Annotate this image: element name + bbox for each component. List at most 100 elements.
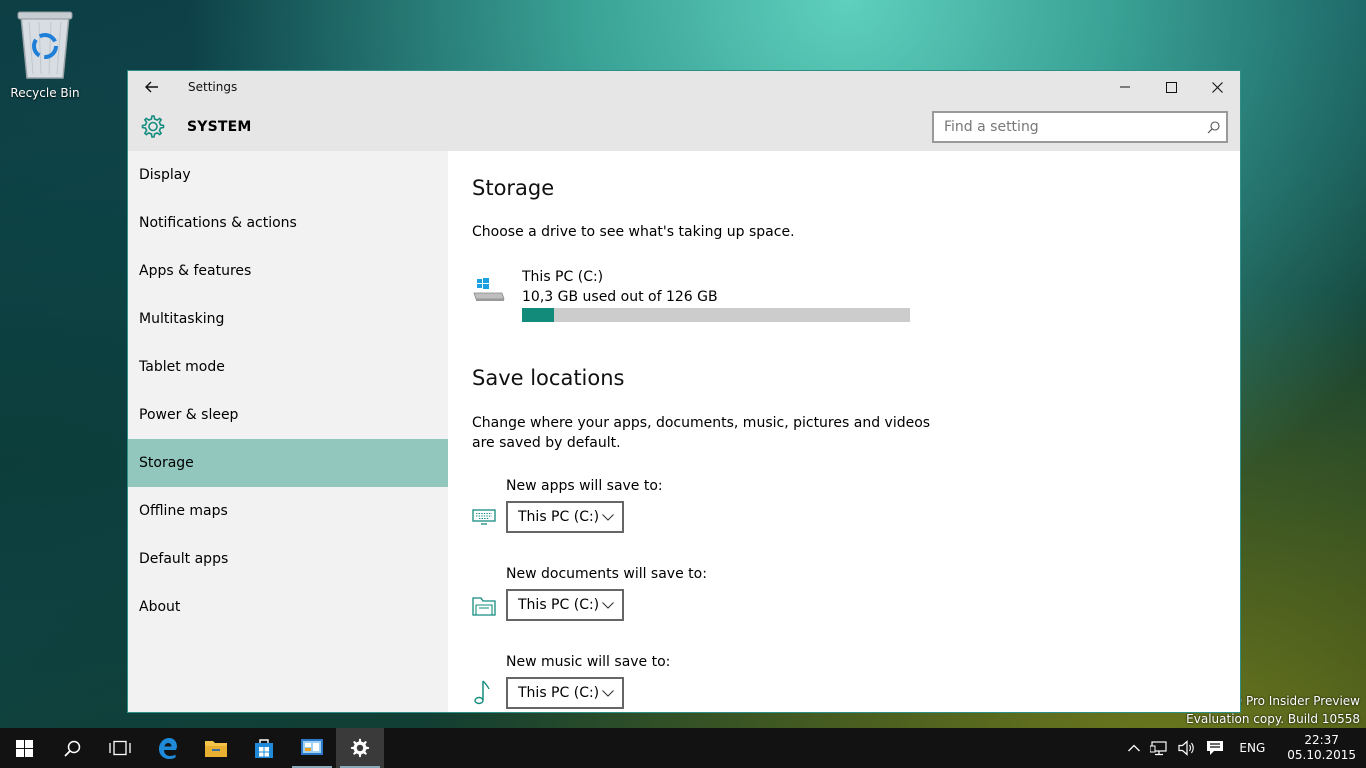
- task-view-button[interactable]: [96, 728, 144, 768]
- sidebar-item-display[interactable]: Display: [128, 151, 448, 199]
- gear-icon: [141, 115, 165, 138]
- close-icon: [1211, 81, 1223, 93]
- action-center-button[interactable]: [1201, 728, 1229, 768]
- task-view-icon: [109, 740, 131, 756]
- storage-usage-bar: [522, 308, 910, 322]
- chevron-up-icon: [1128, 744, 1141, 752]
- storage-heading: Storage: [472, 176, 555, 200]
- save-music-value: This PC (C:): [518, 685, 600, 701]
- volume-icon: [1178, 740, 1195, 756]
- recycle-bin[interactable]: Recycle Bin: [6, 8, 84, 100]
- control-panel-icon: [301, 739, 323, 755]
- drive-icon: [473, 278, 505, 301]
- store-icon: [255, 739, 273, 758]
- save-locations-description-line2: are saved by default.: [472, 435, 621, 451]
- recycle-bin-label: Recycle Bin: [10, 86, 80, 100]
- edge-icon: [159, 738, 177, 759]
- save-apps-label: New apps will save to:: [506, 478, 663, 494]
- recycle-bin-icon: [17, 11, 73, 79]
- save-apps-value: This PC (C:): [518, 509, 600, 525]
- sidebar-item-power-sleep[interactable]: Power & sleep: [128, 391, 448, 439]
- storage-usage-fill: [522, 308, 554, 322]
- sidebar-item-offline-maps[interactable]: Offline maps: [128, 487, 448, 535]
- music-note-icon: [474, 680, 490, 705]
- save-apps-setting: New apps will save to: This PC (C:): [472, 478, 663, 533]
- keyboard-icon: [472, 509, 496, 525]
- save-documents-setting: New documents will save to: This PC (C:): [472, 566, 707, 621]
- sidebar-item-label: Notifications & actions: [139, 215, 297, 231]
- settings-taskbar-button[interactable]: [336, 728, 384, 768]
- windows-logo-icon: [15, 739, 33, 757]
- save-music-dropdown[interactable]: This PC (C:): [506, 677, 624, 709]
- search-input[interactable]: [934, 119, 1200, 135]
- save-documents-dropdown[interactable]: This PC (C:): [506, 589, 624, 621]
- sidebar-item-label: Apps & features: [139, 263, 252, 279]
- drive-name[interactable]: This PC (C:): [522, 267, 910, 287]
- sidebar-item-label: Multitasking: [139, 311, 225, 327]
- maximize-icon: [1165, 81, 1177, 93]
- volume-button[interactable]: [1173, 728, 1201, 768]
- clock-date: 05.10.2015: [1287, 748, 1356, 762]
- language-indicator: ENG: [1239, 741, 1266, 755]
- chevron-down-icon: [602, 513, 614, 521]
- save-locations-description: Change where your apps, documents, music…: [472, 413, 930, 453]
- sidebar-item-label: Offline maps: [139, 503, 228, 519]
- edge-button[interactable]: [144, 728, 192, 768]
- sidebar-item-label: Power & sleep: [139, 407, 239, 423]
- network-icon: [1150, 741, 1168, 756]
- sidebar: Display Notifications & actions Apps & f…: [128, 151, 448, 712]
- drive-usage: 10,3 GB used out of 126 GB: [522, 289, 718, 305]
- sidebar-item-about[interactable]: About: [128, 583, 448, 631]
- chevron-down-icon: [602, 689, 614, 697]
- title-bar: Settings: [128, 71, 1240, 103]
- taskbar: ENG 22:37 05.10.2015: [0, 728, 1366, 768]
- settings-header: SYSTEM: [128, 103, 1240, 151]
- main-content: Storage Choose a drive to see what's tak…: [448, 151, 1240, 712]
- search-button[interactable]: [48, 728, 96, 768]
- sidebar-item-multitasking[interactable]: Multitasking: [128, 295, 448, 343]
- save-locations-description-line1: Change where your apps, documents, music…: [472, 415, 931, 431]
- page-title: SYSTEM: [187, 119, 252, 135]
- drive-c[interactable]: This PC (C:) 10,3 GB used out of 126 GB: [472, 267, 910, 322]
- search-icon: [63, 740, 80, 757]
- gear-icon: [350, 738, 370, 758]
- sidebar-item-apps-features[interactable]: Apps & features: [128, 247, 448, 295]
- sidebar-item-tablet-mode[interactable]: Tablet mode: [128, 343, 448, 391]
- sidebar-item-default-apps[interactable]: Default apps: [128, 535, 448, 583]
- minimize-icon: [1120, 86, 1130, 88]
- close-button[interactable]: [1194, 71, 1240, 103]
- maximize-button[interactable]: [1148, 71, 1194, 103]
- network-button[interactable]: [1145, 728, 1173, 768]
- folder-icon: [205, 741, 227, 757]
- input-language-button[interactable]: ENG: [1229, 728, 1275, 768]
- back-button[interactable]: [128, 71, 176, 103]
- save-apps-dropdown[interactable]: This PC (C:): [506, 501, 624, 533]
- search-icon[interactable]: [1200, 120, 1226, 134]
- settings-window: Settings SYSTEM Find a setting Display N…: [127, 70, 1241, 713]
- search-box[interactable]: [932, 111, 1228, 143]
- minimize-button[interactable]: [1102, 71, 1148, 103]
- save-music-label: New music will save to:: [506, 654, 671, 670]
- store-button[interactable]: [240, 728, 288, 768]
- file-explorer-button[interactable]: [192, 728, 240, 768]
- clock-time: 22:37: [1304, 733, 1339, 747]
- window-controls: [1102, 71, 1240, 103]
- sidebar-item-storage[interactable]: Storage: [128, 439, 448, 487]
- sidebar-item-label: Storage: [139, 455, 194, 471]
- clock[interactable]: 22:37 05.10.2015: [1275, 733, 1366, 763]
- sidebar-item-label: Display: [139, 167, 191, 183]
- documents-folder-icon: [472, 597, 496, 616]
- sidebar-item-notifications[interactable]: Notifications & actions: [128, 199, 448, 247]
- storage-description: Choose a drive to see what's taking up s…: [472, 224, 795, 240]
- back-arrow-icon: [145, 81, 158, 93]
- notifications-icon: [1207, 741, 1224, 755]
- save-documents-label: New documents will save to:: [506, 566, 707, 582]
- window-title: Settings: [188, 80, 238, 94]
- save-music-setting: New music will save to: This PC (C:): [472, 654, 670, 709]
- system-tray: ENG 22:37 05.10.2015: [1123, 728, 1366, 768]
- save-locations-heading: Save locations: [472, 366, 625, 390]
- start-button[interactable]: [0, 728, 48, 768]
- show-hidden-icons-button[interactable]: [1123, 728, 1145, 768]
- sidebar-item-label: Tablet mode: [139, 359, 225, 375]
- control-panel-button[interactable]: [288, 728, 336, 768]
